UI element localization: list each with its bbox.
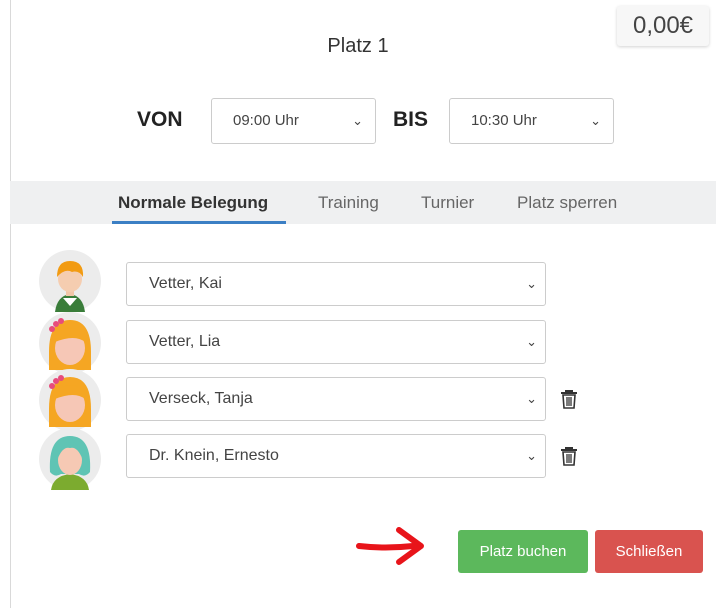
- from-time-select[interactable]: 09:00 Uhr ⌄: [211, 98, 376, 144]
- player-name: Vetter, Kai: [149, 275, 222, 292]
- tab-platz-sperren[interactable]: Platz sperren: [517, 193, 617, 213]
- to-time-value: 10:30 Uhr: [471, 112, 537, 129]
- tab-turnier[interactable]: Turnier: [421, 193, 474, 213]
- player-select[interactable]: Verseck, Tanja ⌄: [126, 377, 546, 421]
- teal-hair-avatar: [39, 428, 101, 490]
- chevron-down-icon: ⌄: [590, 113, 601, 128]
- to-time-select[interactable]: 10:30 Uhr ⌄: [449, 98, 614, 144]
- player-select[interactable]: Vetter, Kai ⌄: [126, 262, 546, 306]
- player-row: Vetter, Kai ⌄: [0, 250, 716, 312]
- chevron-down-icon: ⌄: [352, 113, 363, 128]
- player-select[interactable]: Vetter, Lia ⌄: [126, 320, 546, 364]
- tab-normale-belegung[interactable]: Normale Belegung: [118, 193, 268, 213]
- book-court-button[interactable]: Platz buchen: [458, 530, 588, 573]
- girl-yellow-hair-avatar: [39, 369, 101, 431]
- player-name: Dr. Knein, Ernesto: [149, 447, 279, 464]
- chevron-down-icon: ⌄: [526, 334, 537, 349]
- boy-orange-hair-avatar: [39, 250, 101, 312]
- booking-type-tabs: Normale Belegung Training Turnier Platz …: [10, 181, 716, 224]
- tab-training[interactable]: Training: [318, 193, 379, 213]
- girl-yellow-hair-avatar: [39, 312, 101, 374]
- chevron-down-icon: ⌄: [526, 276, 537, 291]
- player-name: Vetter, Lia: [149, 333, 221, 350]
- chevron-down-icon: ⌄: [526, 448, 537, 463]
- close-button[interactable]: Schließen: [595, 530, 703, 573]
- player-select[interactable]: Dr. Knein, Ernesto ⌄: [126, 434, 546, 478]
- red-arrow-annotation-icon: [356, 527, 424, 565]
- player-name: Verseck, Tanja: [149, 390, 253, 407]
- time-range-row: VON 09:00 Uhr ⌄ BIS 10:30 Uhr ⌄: [0, 98, 716, 144]
- trash-icon[interactable]: [560, 446, 578, 466]
- from-label: VON: [137, 108, 183, 131]
- player-row: Vetter, Lia ⌄: [0, 312, 716, 374]
- to-label: BIS: [393, 108, 429, 131]
- player-row: Dr. Knein, Ernesto ⌄: [0, 428, 716, 490]
- modal-title: Platz 1: [327, 35, 389, 57]
- from-time-value: 09:00 Uhr: [233, 112, 299, 129]
- trash-icon[interactable]: [560, 389, 578, 409]
- chevron-down-icon: ⌄: [526, 391, 537, 406]
- player-row: Verseck, Tanja ⌄: [0, 369, 716, 431]
- active-tab-indicator: [112, 221, 286, 224]
